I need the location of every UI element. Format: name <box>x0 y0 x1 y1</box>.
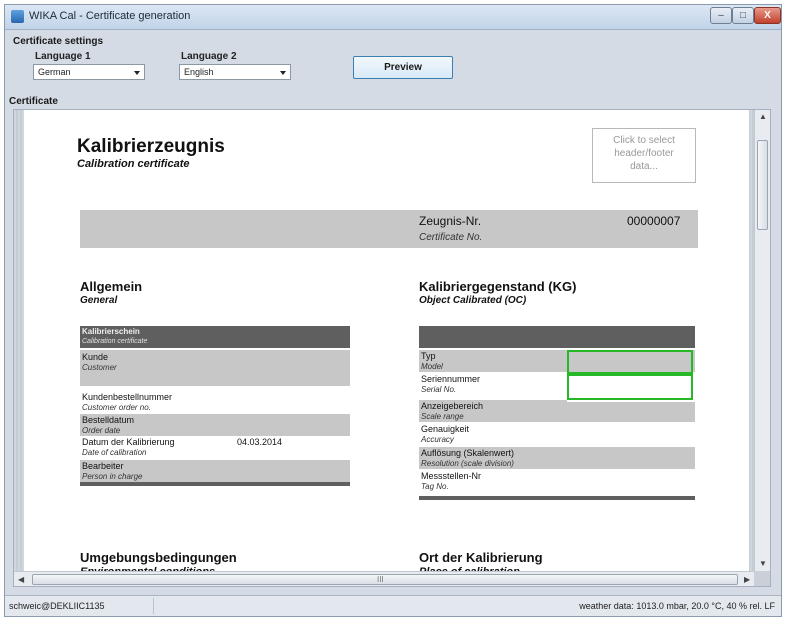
preview-button[interactable]: Preview <box>353 56 453 79</box>
object-row-label: Genauigkeit <box>421 424 470 434</box>
certificate-preview-frame: Kalibrierzeugnis Calibration certificate… <box>13 109 771 587</box>
general-row-label: Datum der Kalibrierung <box>82 437 175 447</box>
general-row-label-en: Order date <box>82 426 121 435</box>
window-title: WIKA Cal - Certificate generation <box>29 10 191 22</box>
object-header-bar <box>419 326 695 348</box>
horizontal-scroll-thumb[interactable]: III <box>32 574 738 585</box>
title-bar[interactable]: WIKA Cal - Certificate generation – □ X <box>5 5 781 30</box>
horizontal-scrollbar[interactable]: ◀ III ▶ <box>14 571 754 586</box>
chevron-down-icon <box>134 71 140 75</box>
serial-number-value-field[interactable] <box>567 374 693 400</box>
object-row-label-en: Accuracy <box>421 435 454 444</box>
header-footer-line-3: data... <box>630 161 658 172</box>
model-value-field[interactable] <box>567 350 693 374</box>
object-row-bg <box>567 402 695 422</box>
place-title: Ort der Kalibrierung <box>419 550 543 565</box>
close-button[interactable]: X <box>754 7 781 24</box>
general-row-label-en: Customer order no. <box>82 403 151 412</box>
certificate-page: Kalibrierzeugnis Calibration certificate… <box>24 110 749 580</box>
object-row-label: Anzeigebereich <box>421 401 484 411</box>
language2-value: English <box>184 67 214 77</box>
language2-select[interactable]: English <box>179 64 291 80</box>
general-footer-bar <box>80 482 350 486</box>
scroll-up-icon[interactable]: ▲ <box>759 112 767 121</box>
chevron-down-icon <box>280 71 286 75</box>
certificate-number-bar <box>80 210 698 248</box>
status-bar: schweic@DEKLIIC1135 weather data: 1013.0… <box>5 595 781 616</box>
header-footer-line-2: header/footer <box>614 148 674 159</box>
general-row-label-en: Customer <box>82 363 117 372</box>
scroll-down-icon[interactable]: ▼ <box>759 559 767 568</box>
certificate-number-label: Zeugnis-Nr. <box>419 214 482 228</box>
object-title: Kalibriergegenstand (KG) <box>419 279 577 294</box>
status-separator <box>153 598 154 614</box>
app-icon <box>11 10 24 23</box>
certificate-number-label-en: Certificate No. <box>419 232 483 243</box>
object-row-label-en: Scale range <box>421 412 464 421</box>
object-title-en: Object Calibrated (OC) <box>419 295 527 306</box>
object-row-label: Auflösung (Skalenwert) <box>421 448 515 458</box>
language1-label: Language 1 <box>35 51 91 62</box>
object-row-label: Typ <box>421 351 436 361</box>
object-row-label-en: Resolution (scale division) <box>421 459 514 468</box>
header-footer-select-box[interactable]: Click to select header/footer data... <box>592 128 696 183</box>
general-title-en: General <box>80 295 118 306</box>
object-row-label-en: Model <box>421 362 443 371</box>
general-row-value: 04.03.2014 <box>237 437 283 447</box>
language1-select[interactable]: German <box>33 64 145 80</box>
certificate-settings-label: Certificate settings <box>13 36 104 47</box>
object-row-label: Seriennummer <box>421 374 481 384</box>
general-row-label: Kundenbestellnummer <box>82 392 173 402</box>
status-user: schweic@DEKLIIC1135 <box>9 601 105 611</box>
general-row-label: Bestelldatum <box>82 415 135 425</box>
status-weather: weather data: 1013.0 mbar, 20.0 °C, 40 %… <box>579 601 775 611</box>
general-row-label-en: Date of calibration <box>82 448 147 457</box>
general-row-label-en: Person in charge <box>82 472 143 481</box>
vertical-scrollbar[interactable]: ▲ ▼ <box>754 110 770 571</box>
minimize-button[interactable]: – <box>710 7 732 24</box>
scroll-right-icon[interactable]: ▶ <box>744 575 750 584</box>
certificate-title: Kalibrierzeugnis <box>77 136 225 157</box>
general-header-en: Calibration certificate <box>82 338 148 345</box>
general-row-label: Kunde <box>82 352 109 362</box>
general-row-label: Bearbeiter <box>82 461 124 471</box>
certificate-section-label: Certificate <box>9 96 58 107</box>
general-row-bg <box>80 350 350 386</box>
maximize-button[interactable]: □ <box>732 7 754 24</box>
object-footer-bar <box>419 496 695 500</box>
header-footer-line-1: Click to select <box>613 135 675 146</box>
environment-title: Umgebungsbedingungen <box>80 550 237 565</box>
language2-label: Language 2 <box>181 51 237 62</box>
object-row-label-en: Tag No. <box>421 482 449 491</box>
object-row-label: Messstellen-Nr <box>421 471 482 481</box>
general-header: Kalibrierschein <box>82 327 140 336</box>
app-window: WIKA Cal - Certificate generation – □ X … <box>4 4 782 617</box>
scroll-left-icon[interactable]: ◀ <box>18 575 24 584</box>
object-row-label-en: Serial No. <box>421 385 457 394</box>
certificate-number-value: 00000007 <box>627 214 681 228</box>
language1-value: German <box>38 67 71 77</box>
vertical-scroll-thumb[interactable] <box>757 140 768 230</box>
scroll-grip: III <box>377 575 384 584</box>
certificate-subtitle: Calibration certificate <box>77 158 190 170</box>
general-title: Allgemein <box>80 279 143 294</box>
